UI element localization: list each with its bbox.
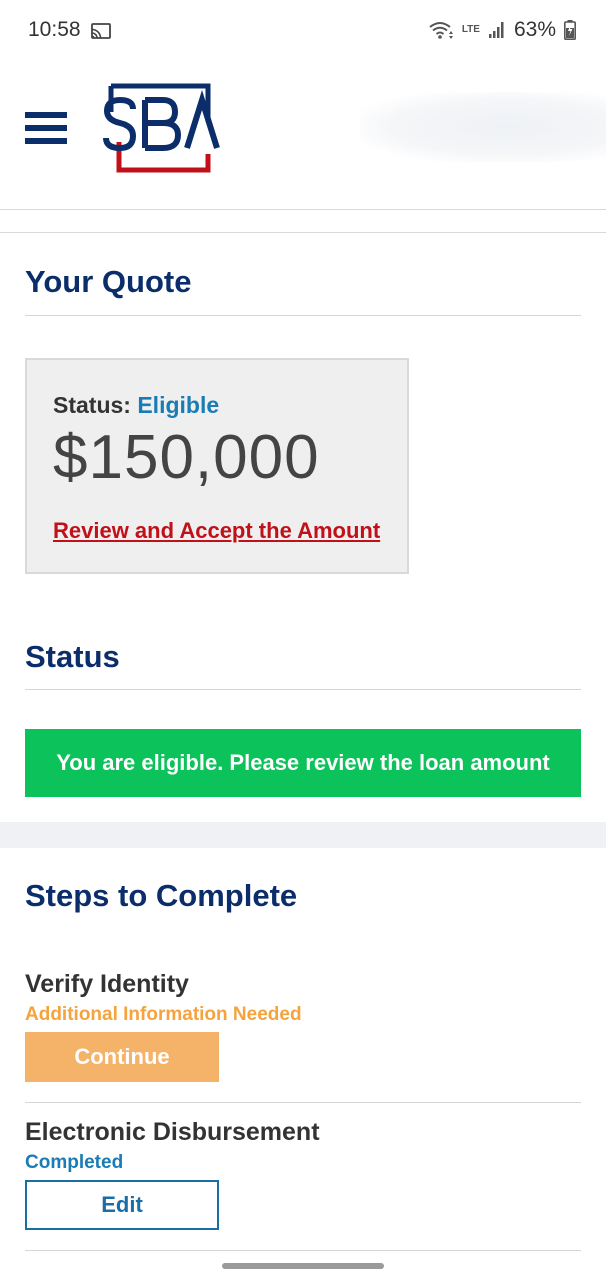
step-title-verify-identity: Verify Identity — [25, 970, 189, 998]
step-divider — [25, 1102, 581, 1103]
cast-icon — [91, 23, 111, 39]
signal-icon — [488, 22, 504, 38]
section-divider — [25, 689, 581, 690]
continue-button[interactable]: Continue — [25, 1032, 219, 1082]
step-status-verify-identity: Additional Information Needed — [25, 1004, 302, 1025]
home-indicator[interactable] — [222, 1263, 384, 1269]
status-bar: 10:58 LTE 63% — [0, 0, 606, 62]
review-accept-link[interactable]: Review and Accept the Amount — [53, 518, 380, 544]
step-divider — [25, 1250, 581, 1251]
sba-logo[interactable] — [103, 82, 221, 174]
app-header — [0, 62, 606, 210]
hamburger-menu-icon[interactable] — [25, 112, 67, 148]
network-type-label: LTE — [461, 24, 480, 35]
quote-status: Status: Eligible — [53, 392, 219, 419]
edit-button[interactable]: Edit — [25, 1180, 219, 1230]
your-quote-heading: Your Quote — [25, 264, 192, 299]
battery-icon — [564, 20, 576, 40]
eligibility-banner: You are eligible. Please review the loan… — [25, 729, 581, 797]
status-value: Eligible — [137, 392, 220, 418]
quote-card: Status: Eligible $150,000 Review and Acc… — [25, 358, 409, 574]
user-name-redacted — [360, 92, 606, 162]
section-divider — [25, 315, 581, 316]
wifi-icon — [429, 22, 453, 39]
header-divider — [0, 232, 606, 233]
step-status-electronic-disbursement: Completed — [25, 1152, 124, 1173]
battery-percent: 63% — [513, 18, 556, 41]
step-title-electronic-disbursement: Electronic Disbursement — [25, 1118, 320, 1146]
status-heading: Status — [25, 639, 120, 674]
section-separator — [0, 822, 606, 848]
status-time: 10:58 — [28, 18, 81, 41]
quote-amount: $150,000 — [53, 423, 320, 492]
steps-heading: Steps to Complete — [25, 878, 298, 913]
status-label: Status: — [53, 392, 131, 418]
